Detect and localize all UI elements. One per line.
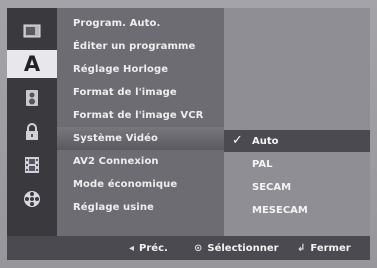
option-label: SECAM: [252, 181, 292, 193]
menu-item-program-auto[interactable]: Program. Auto.: [57, 12, 224, 35]
category-disc-settings[interactable]: [7, 185, 57, 213]
setup-category-column: A: [7, 8, 57, 236]
option-label: PAL: [252, 158, 273, 170]
menu-item-clock-setting[interactable]: Réglage Horloge: [57, 58, 224, 81]
enter-button-icon: ⊙: [194, 242, 203, 254]
menu-item-video-system[interactable]: Système Vidéo: [57, 127, 224, 150]
menu-item-label: Mode économique: [73, 179, 178, 190]
category-audio[interactable]: [7, 84, 57, 112]
previous-label: Préc.: [139, 242, 168, 254]
footer-hint-bar: ◂ Préc. ⊙ Sélectionner ↲ Fermer: [7, 236, 370, 260]
speaker-icon: [26, 90, 38, 106]
option-label: MESECAM: [252, 204, 308, 216]
menu-item-label: Réglage usine: [73, 202, 154, 213]
close-hint[interactable]: ↲ Fermer: [297, 236, 351, 260]
menu-item-label: Program. Auto.: [73, 18, 161, 29]
menu-item-label: Éditer un programme: [73, 41, 196, 52]
film-icon: [25, 157, 39, 173]
close-label: Fermer: [310, 242, 351, 254]
option-label: Auto: [252, 135, 279, 147]
menu-item-edit-program[interactable]: Éditer un programme: [57, 35, 224, 58]
select-label: Sélectionner: [207, 242, 279, 254]
setup-menu-screen: A Program. Auto. Éditer un programme Rég…: [0, 0, 377, 268]
option-pal[interactable]: PAL: [224, 153, 370, 175]
option-secam[interactable]: SECAM: [224, 176, 370, 198]
menu-item-eco-mode[interactable]: Mode économique: [57, 173, 224, 196]
left-arrow-icon: ◂: [129, 242, 135, 254]
menu-item-factory-reset[interactable]: Réglage usine: [57, 196, 224, 219]
menu-item-aspect-ratio[interactable]: Format de l'image: [57, 81, 224, 104]
disc-tray-icon: [23, 24, 41, 38]
checkmark-icon: ✓: [232, 133, 243, 148]
setup-menu-list: Program. Auto. Éditer un programme Régla…: [57, 8, 224, 236]
category-disc[interactable]: [7, 17, 57, 45]
menu-item-label: Système Vidéo: [73, 133, 159, 144]
previous-hint[interactable]: ◂ Préc.: [129, 236, 168, 260]
return-icon: ↲: [297, 242, 306, 254]
category-lock[interactable]: [7, 118, 57, 146]
reel-icon: [24, 191, 40, 207]
menu-item-label: Format de l'image VCR: [73, 110, 204, 121]
option-auto[interactable]: ✓ Auto: [224, 130, 370, 152]
lock-icon: [26, 123, 38, 140]
category-recording[interactable]: [7, 151, 57, 179]
video-system-options: ✓ Auto PAL SECAM MESECAM: [224, 8, 370, 236]
menu-item-av2-connection[interactable]: AV2 Connexion: [57, 150, 224, 173]
menu-item-label: Format de l'image: [73, 87, 177, 98]
select-hint[interactable]: ⊙ Sélectionner: [194, 236, 279, 260]
language-icon: A: [23, 52, 41, 76]
category-language[interactable]: A: [7, 50, 57, 78]
menu-item-label: AV2 Connexion: [73, 156, 159, 167]
menu-item-label: Réglage Horloge: [73, 64, 169, 75]
menu-item-vcr-aspect-ratio[interactable]: Format de l'image VCR: [57, 104, 224, 127]
option-mesecam[interactable]: MESECAM: [224, 199, 370, 221]
